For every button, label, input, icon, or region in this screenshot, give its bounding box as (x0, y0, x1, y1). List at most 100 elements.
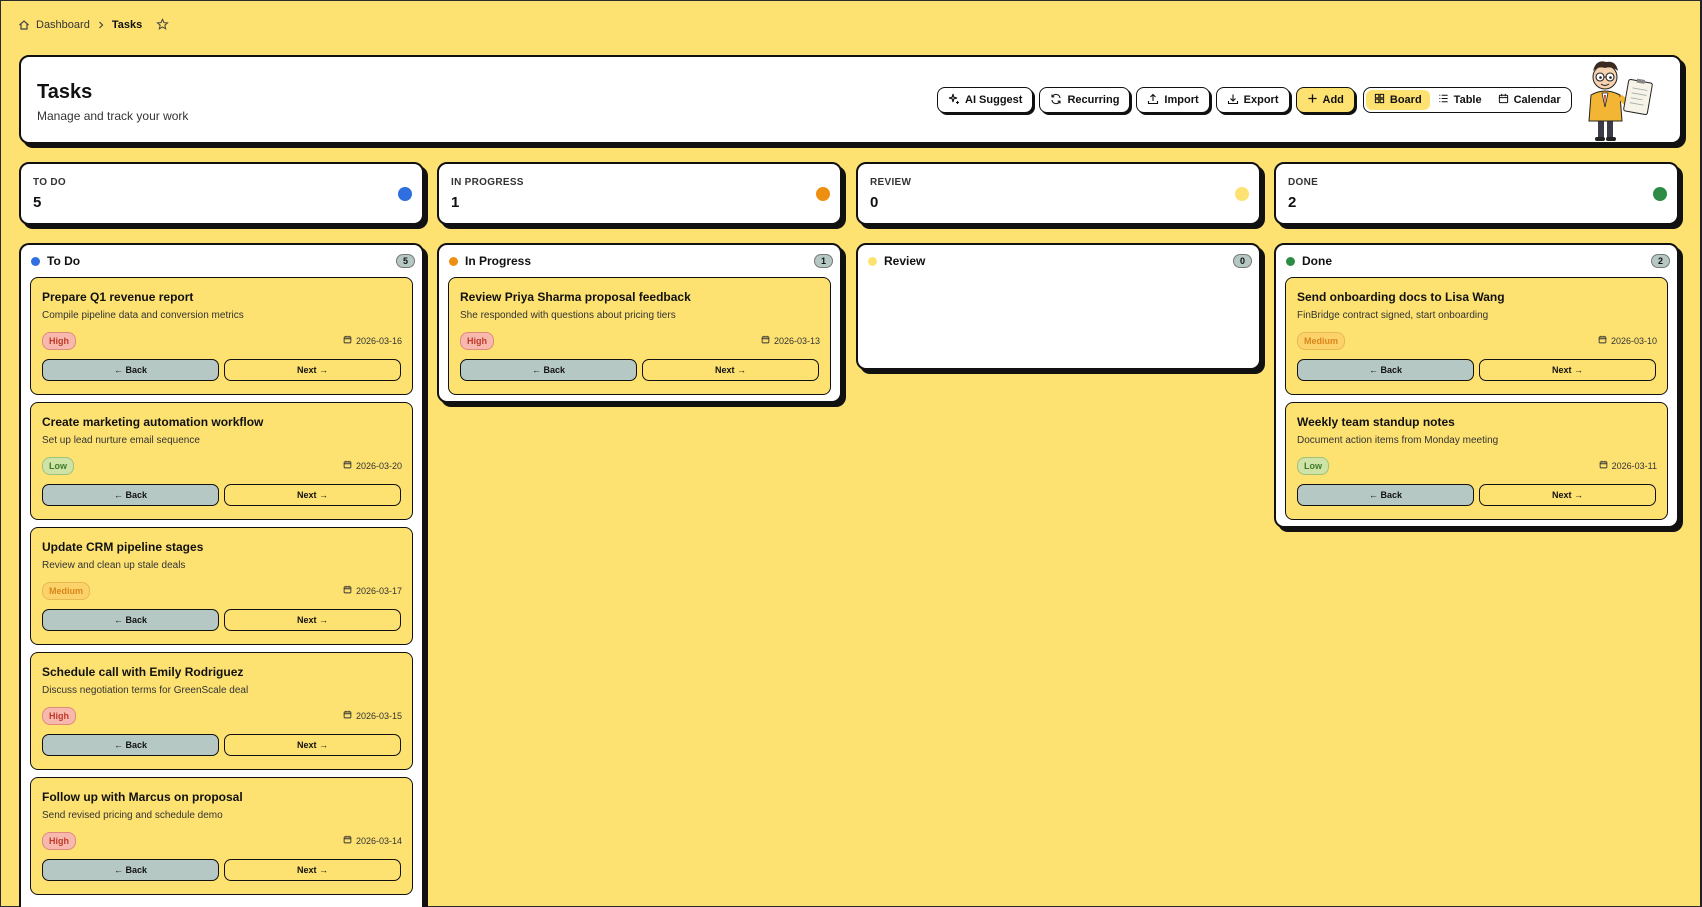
column-done: Done 2 Send onboarding docs to Lisa Wang… (1274, 243, 1679, 528)
home-icon[interactable] (18, 19, 30, 31)
status-dot (31, 256, 40, 266)
list-icon (1438, 93, 1449, 107)
task-title: Review Priya Sharma proposal feedback (460, 290, 691, 304)
task-card[interactable]: Send onboarding docs to Lisa Wang FinBri… (1285, 277, 1668, 395)
due-date-text: 2026-03-15 (355, 710, 402, 721)
column-review: Review 0 (856, 243, 1261, 370)
back-button[interactable]: ← Back (42, 859, 219, 881)
upload-icon (1147, 93, 1159, 108)
task-description: She responded with questions about prici… (460, 310, 676, 321)
back-button[interactable]: ← Back (42, 609, 219, 631)
add-task-button[interactable]: Add (1295, 87, 1355, 113)
due-date: 2026-03-17 (343, 585, 402, 596)
column-header: Done 2 (1285, 245, 1670, 277)
back-button[interactable]: ← Back (460, 359, 637, 381)
task-card[interactable]: Prepare Q1 revenue report Compile pipeli… (30, 277, 413, 395)
page-title: Tasks (37, 81, 93, 103)
next-button[interactable]: Next → (224, 859, 401, 881)
task-description: Review and clean up stale deals (42, 560, 186, 571)
calendar-icon (1598, 335, 1607, 346)
stat-card-done: DONE 2 (1274, 162, 1679, 225)
ai-suggest-button[interactable]: AI Suggest (937, 87, 1034, 113)
next-button[interactable]: Next → (224, 609, 401, 631)
due-date: 2026-03-14 (343, 835, 402, 846)
toolbar: AI Suggest Recurring Import Export Add B… (937, 87, 1572, 113)
next-button[interactable]: Next → (1479, 359, 1656, 381)
next-button[interactable]: Next → (1479, 484, 1656, 506)
calendar-icon (343, 460, 352, 471)
column-header: In Progress 1 (448, 245, 833, 277)
column-title: Done (1302, 254, 1332, 268)
task-card[interactable]: Follow up with Marcus on proposal Send r… (30, 777, 413, 895)
calendar-icon (343, 585, 352, 596)
next-button[interactable]: Next → (224, 359, 401, 381)
column-title: In Progress (465, 254, 532, 268)
due-date: 2026-03-16 (343, 335, 402, 346)
column-in-progress: In Progress 1 Review Priya Sharma propos… (437, 243, 842, 403)
add-label: Add (1322, 94, 1344, 106)
view-calendar-label: Calendar (1513, 94, 1561, 106)
task-title: Create marketing automation workflow (42, 415, 264, 429)
task-title: Update CRM pipeline stages (42, 540, 204, 554)
task-card[interactable]: Update CRM pipeline stages Review and cl… (30, 527, 413, 645)
recurring-button[interactable]: Recurring (1039, 87, 1131, 113)
next-button[interactable]: Next → (224, 734, 401, 756)
recurring-label: Recurring (1067, 94, 1120, 106)
task-title: Schedule call with Emily Rodriguez (42, 665, 244, 679)
back-button[interactable]: ← Back (42, 484, 219, 506)
task-card[interactable]: Schedule call with Emily Rodriguez Discu… (30, 652, 413, 770)
priority-badge: Low (42, 457, 74, 475)
download-icon (1227, 93, 1239, 108)
stat-card-review: REVIEW 0 (856, 162, 1261, 225)
due-date: 2026-03-11 (1599, 460, 1657, 471)
view-switcher: Board Table Calendar (1362, 87, 1572, 113)
column-count-badge: 0 (1232, 254, 1252, 268)
back-button[interactable]: ← Back (42, 734, 219, 756)
priority-badge: High (42, 332, 76, 350)
task-card[interactable]: Review Priya Sharma proposal feedback Sh… (448, 277, 831, 395)
back-button[interactable]: ← Back (1297, 484, 1474, 506)
task-actions: ← Back Next → (42, 859, 401, 881)
stat-count: 2 (1288, 194, 1297, 211)
export-button[interactable]: Export (1215, 87, 1290, 113)
page-subtitle: Manage and track your work (37, 109, 189, 123)
due-date-text: 2026-03-16 (355, 335, 402, 346)
breadcrumb-dashboard-link[interactable]: Dashboard (36, 19, 90, 31)
task-title: Send onboarding docs to Lisa Wang (1297, 290, 1505, 304)
priority-badge: High (460, 332, 494, 350)
column-count-badge: 5 (395, 254, 415, 268)
priority-badge: Low (1297, 457, 1329, 475)
calendar-icon (343, 335, 352, 346)
back-button[interactable]: ← Back (42, 359, 219, 381)
star-icon[interactable] (156, 18, 169, 31)
view-table-button[interactable]: Table (1430, 90, 1490, 110)
back-button[interactable]: ← Back (1297, 359, 1474, 381)
column-header: Review 0 (867, 245, 1252, 277)
due-date: 2026-03-20 (343, 460, 402, 471)
calendar-icon (1599, 460, 1608, 471)
column-count-badge: 2 (1650, 254, 1670, 268)
page-header: Tasks Manage and track your work AI Sugg… (19, 55, 1682, 144)
task-description: FinBridge contract signed, start onboard… (1297, 310, 1489, 321)
stat-card-todo: TO DO 5 (19, 162, 424, 225)
priority-badge: Medium (42, 582, 91, 600)
task-card[interactable]: Weekly team standup notes Document actio… (1285, 402, 1668, 520)
view-board-button[interactable]: Board (1365, 90, 1430, 110)
next-button[interactable]: Next → (224, 484, 401, 506)
grid-icon (1374, 93, 1385, 107)
view-calendar-button[interactable]: Calendar (1490, 90, 1569, 110)
next-button[interactable]: Next → (642, 359, 819, 381)
task-card[interactable]: Create marketing automation workflow Set… (30, 402, 413, 520)
task-description: Compile pipeline data and conversion met… (42, 310, 244, 321)
status-dot (816, 187, 830, 201)
chevron-right-icon (96, 20, 106, 30)
task-title: Follow up with Marcus on proposal (42, 790, 243, 804)
status-dot (1235, 187, 1249, 201)
stat-label: IN PROGRESS (451, 177, 524, 188)
task-description: Discuss negotiation terms for GreenScale… (42, 685, 249, 696)
status-dot (449, 256, 458, 266)
due-date-text: 2026-03-13 (773, 335, 820, 346)
import-button[interactable]: Import (1136, 87, 1210, 113)
view-table-label: Table (1453, 94, 1482, 106)
column-header: To Do 5 (30, 245, 415, 277)
